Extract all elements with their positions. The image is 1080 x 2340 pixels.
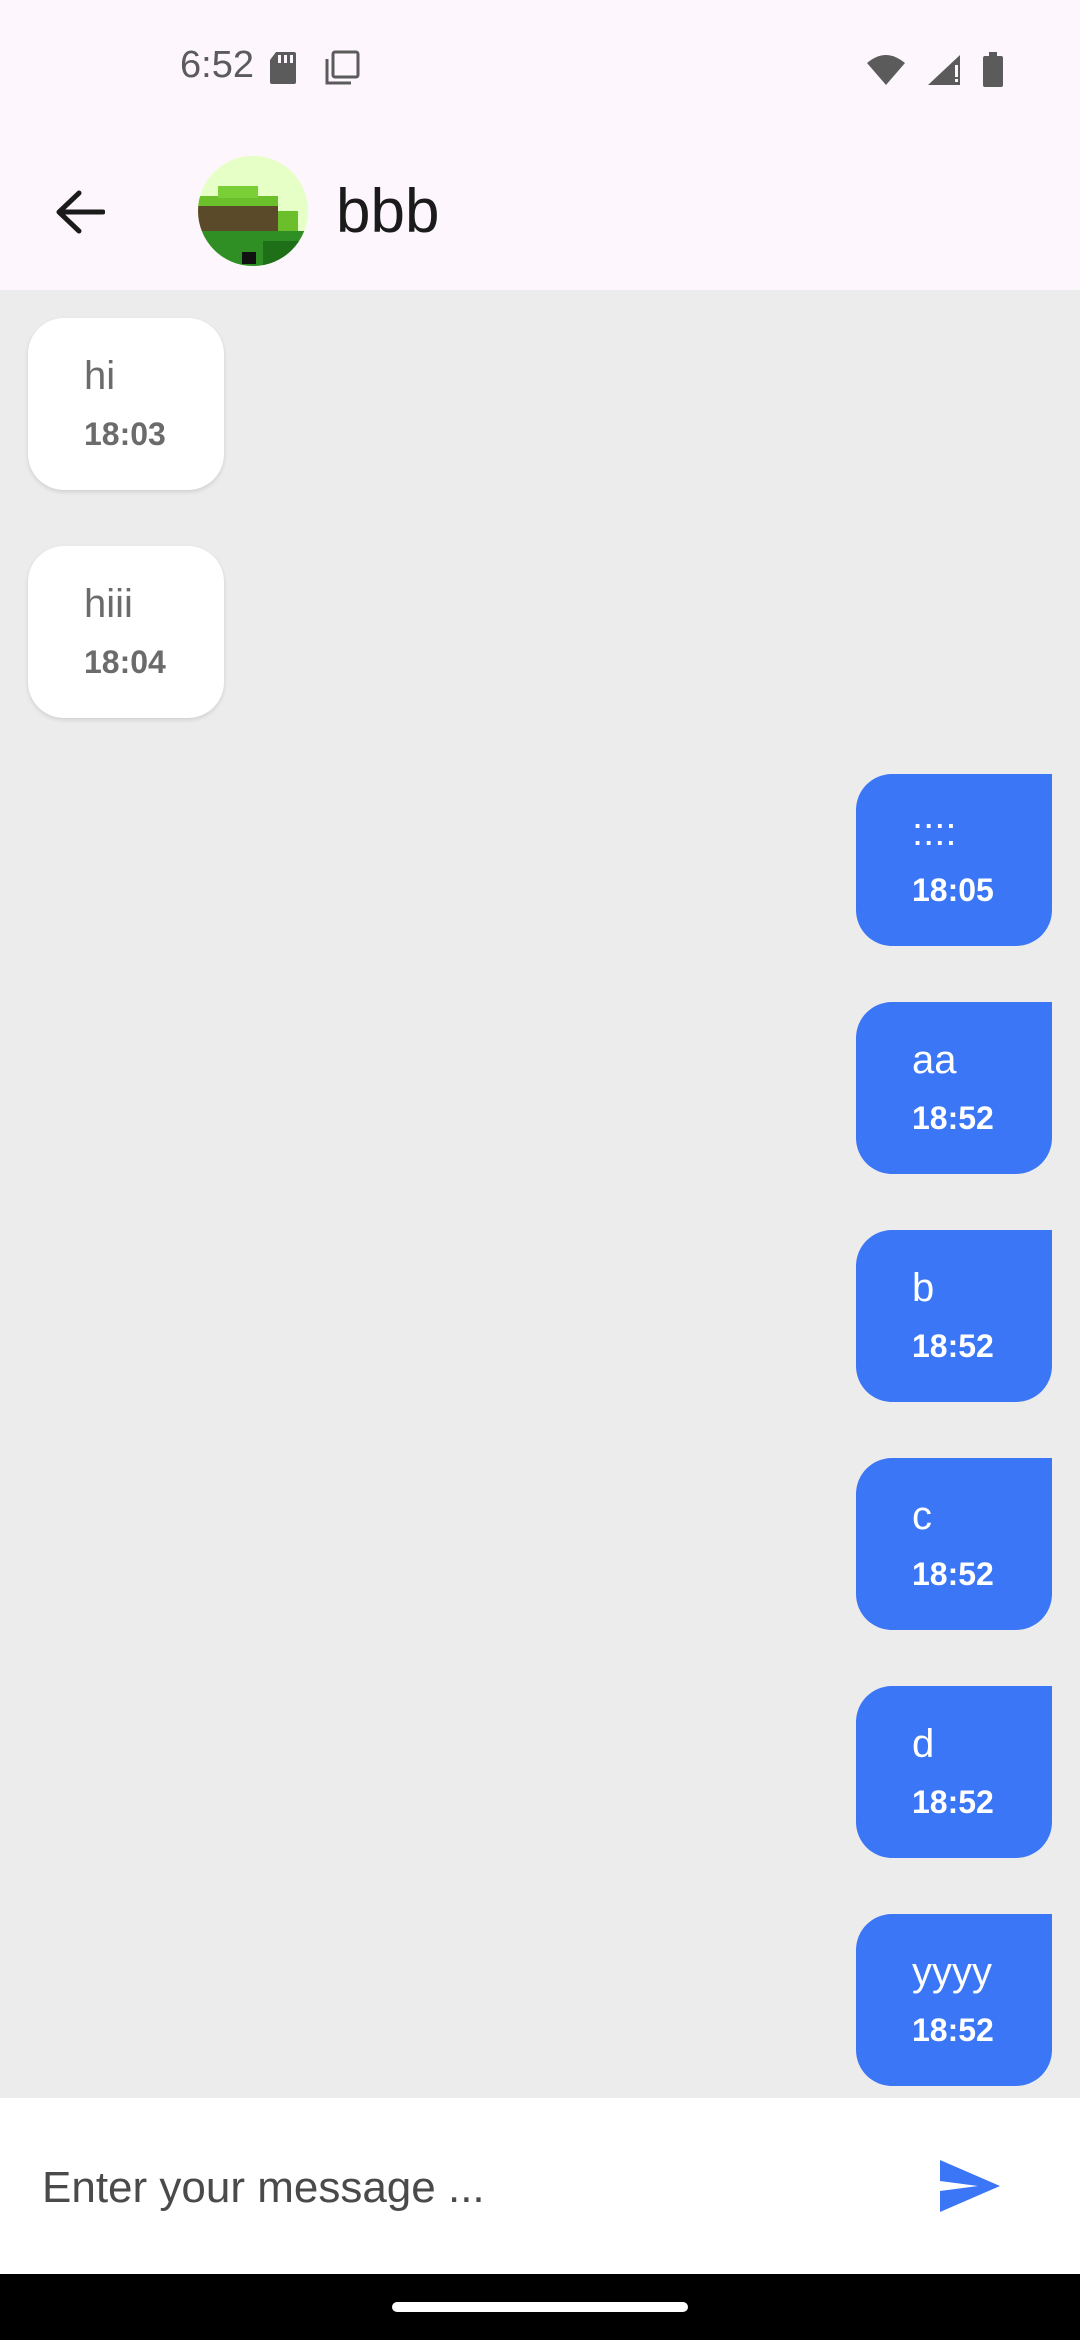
status-time: 6:52 (180, 44, 254, 86)
send-button[interactable] (930, 2148, 1010, 2228)
screenshot-icon (324, 50, 360, 91)
contact-name: bbb (336, 177, 440, 246)
message-bubble-outgoing[interactable]: c 18:52 (856, 1458, 1052, 1630)
contact-avatar[interactable] (198, 156, 308, 266)
message-text: aa (912, 1038, 957, 1082)
message-time: 18:52 (912, 2012, 994, 2048)
message-bubble-outgoing[interactable]: aa 18:52 (856, 1002, 1052, 1174)
message-bubble-outgoing[interactable]: :::: 18:05 (856, 774, 1052, 946)
status-right-icons (866, 52, 1004, 93)
message-text: hiii (84, 582, 133, 626)
message-text: c (912, 1494, 932, 1538)
message-list[interactable]: hi 18:03 hiii 18:04 :::: 18:05 aa 18:52 … (0, 290, 1080, 2098)
sd-card-icon (268, 50, 298, 91)
message-time: 18:52 (912, 1100, 994, 1136)
send-icon (938, 2158, 1002, 2219)
message-text: :::: (912, 810, 957, 854)
status-left-icons (268, 50, 360, 91)
message-text: d (912, 1722, 935, 1766)
back-button[interactable] (40, 174, 120, 254)
message-text: yyyy (912, 1950, 992, 1994)
message-bubble-outgoing[interactable]: d 18:52 (856, 1686, 1052, 1858)
message-time: 18:52 (912, 1784, 994, 1820)
message-time: 18:05 (912, 872, 994, 908)
message-text: b (912, 1266, 935, 1310)
message-time: 18:03 (84, 416, 166, 452)
message-bubble-outgoing[interactable]: yyyy 18:52 (856, 1914, 1052, 2086)
message-input[interactable] (40, 2142, 864, 2234)
arrow-left-icon (55, 190, 106, 239)
status-bar: 6:52 (0, 0, 1080, 142)
message-time: 18:04 (84, 644, 166, 680)
app-bar: bbb (0, 142, 1080, 291)
battery-icon (982, 52, 1004, 93)
message-composer (0, 2098, 1080, 2274)
message-bubble-outgoing[interactable]: b 18:52 (856, 1230, 1052, 1402)
avatar-image (198, 156, 308, 266)
message-text: hi (84, 354, 116, 398)
signal-icon (926, 53, 962, 92)
message-bubble-incoming[interactable]: hi 18:03 (28, 318, 224, 490)
message-bubble-incoming[interactable]: hiii 18:04 (28, 546, 224, 718)
message-time: 18:52 (912, 1556, 994, 1592)
wifi-icon (866, 53, 906, 92)
navigation-bar (0, 2274, 1080, 2340)
message-time: 18:52 (912, 1328, 994, 1364)
home-gesture-handle[interactable] (392, 2302, 688, 2312)
